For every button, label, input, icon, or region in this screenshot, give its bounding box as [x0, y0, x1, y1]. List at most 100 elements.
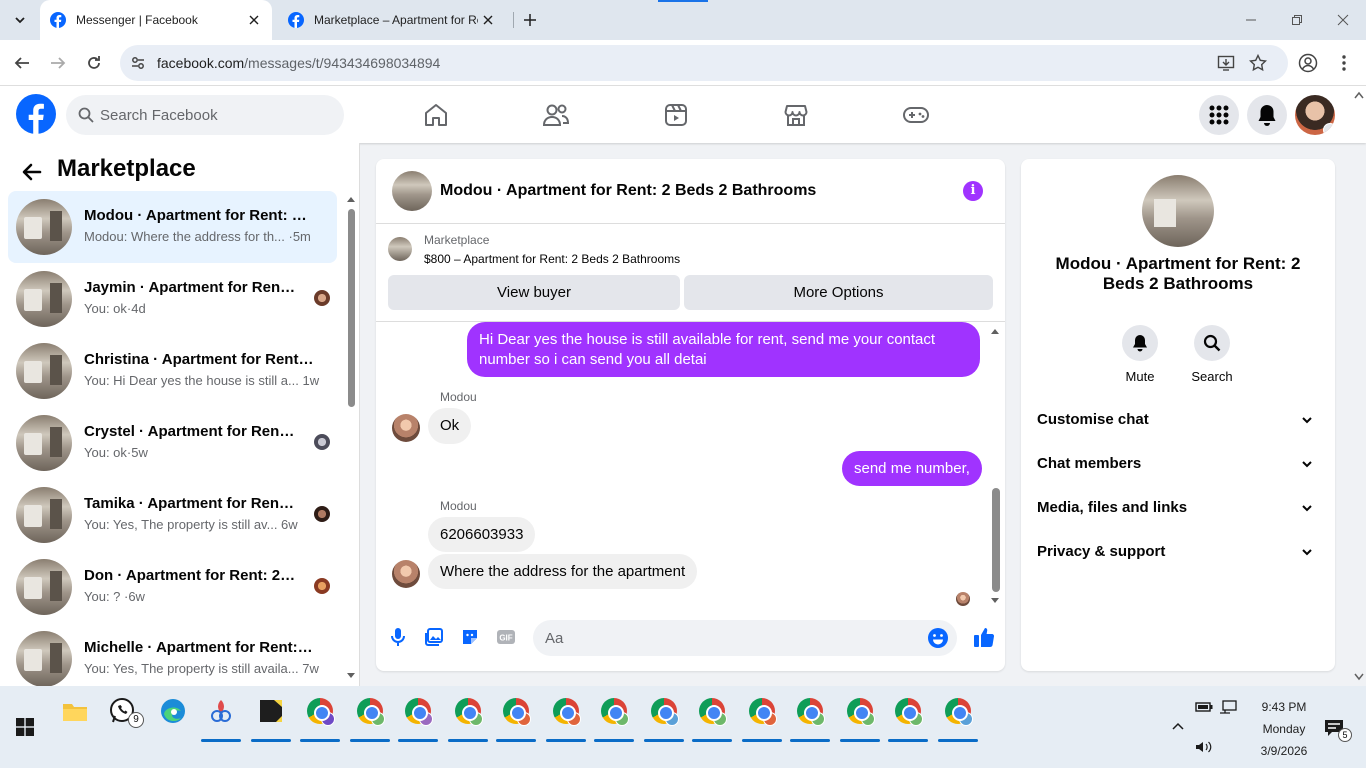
site-info-icon[interactable]	[128, 53, 148, 73]
conversation-item[interactable]: Modou · Apartment for Rent: 2 Beds 2 Bat…	[8, 191, 337, 263]
more-options-button[interactable]: More Options	[684, 275, 993, 310]
chrome-profile-2-icon[interactable]	[355, 696, 385, 726]
forward-arrow-icon[interactable]	[46, 51, 70, 75]
chrome-profile-12-icon[interactable]	[845, 696, 875, 726]
scroll-up-icon[interactable]	[989, 327, 1001, 335]
incoming-message[interactable]: 6206603933	[428, 517, 536, 552]
file-explorer-icon[interactable]	[60, 696, 90, 726]
nav-home[interactable]	[380, 94, 492, 136]
tab-search-dropdown-icon[interactable]	[8, 8, 32, 32]
volume-icon[interactable]	[1192, 736, 1216, 758]
back-arrow-icon[interactable]	[10, 51, 34, 75]
whatsapp-icon[interactable]: 9	[108, 696, 144, 728]
nav-video[interactable]	[620, 94, 732, 136]
notification-center-icon[interactable]: 5	[1320, 714, 1352, 742]
browser-tab-marketplace[interactable]: Marketplace – Apartment for Re	[278, 0, 506, 40]
page-scrollbar[interactable]	[1352, 86, 1366, 686]
chrome-profile-7-icon[interactable]	[599, 696, 629, 726]
facebook-search-input[interactable]	[100, 95, 330, 135]
system-clock[interactable]: 9:43 PM Monday 3/9/2026	[1248, 696, 1320, 762]
network-icon[interactable]	[1216, 696, 1240, 718]
section-media-files-links[interactable]: Media, files and links	[1037, 490, 1319, 526]
scrollbar-thumb[interactable]	[992, 488, 1000, 592]
chrome-profile-14-icon[interactable]	[943, 696, 973, 726]
message-input-field[interactable]	[533, 620, 957, 656]
section-customise-chat[interactable]: Customise chat	[1037, 402, 1319, 438]
new-tab-icon[interactable]	[520, 10, 540, 30]
chat-title[interactable]: Modou · Apartment for Rent: 2 Beds 2 Bat…	[440, 182, 816, 200]
section-privacy-support[interactable]: Privacy & support	[1037, 534, 1319, 570]
microphone-icon[interactable]	[386, 625, 410, 649]
minimize-icon[interactable]	[1228, 0, 1274, 40]
sender-avatar[interactable]	[392, 560, 420, 588]
reload-icon[interactable]	[82, 51, 106, 75]
scroll-down-icon[interactable]	[346, 672, 356, 680]
facebook-search-box[interactable]	[66, 95, 344, 135]
tab-close-icon[interactable]	[244, 10, 264, 30]
scroll-down-icon[interactable]	[1352, 672, 1366, 682]
chrome-profile-1-icon[interactable]	[305, 696, 335, 726]
chrome-profile-10-icon[interactable]	[747, 696, 777, 726]
chrome-profile-8-icon[interactable]	[649, 696, 679, 726]
incoming-message[interactable]: Ok	[428, 408, 472, 444]
chat-scrollbar[interactable]	[989, 327, 1001, 607]
incoming-message[interactable]: Where the address for the apartment	[428, 554, 698, 589]
nav-friends[interactable]	[500, 94, 612, 136]
chrome-profile-6-icon[interactable]	[551, 696, 581, 726]
address-bar[interactable]: facebook.com/messages/t/943434698034894	[120, 45, 1288, 81]
conversation-item[interactable]: Michelle · Apartment for Rent: 2 Beds 2 …	[8, 623, 337, 695]
mute-button[interactable]: Mute	[1110, 325, 1170, 384]
search-in-conversation-button[interactable]: Search	[1182, 325, 1242, 384]
conversation-item[interactable]: Christina · Apartment for Rent: 2 Beds 2…	[8, 335, 337, 407]
chrome-profile-13-icon[interactable]	[893, 696, 923, 726]
chrome-profile-3-icon[interactable]	[403, 696, 433, 726]
contact-avatar[interactable]	[1142, 175, 1214, 247]
chrome-profile-11-icon[interactable]	[795, 696, 825, 726]
outgoing-message[interactable]: send me number,	[842, 451, 982, 486]
close-window-icon[interactable]	[1320, 0, 1366, 40]
back-arrow-icon[interactable]	[20, 160, 44, 184]
chat-avatar[interactable]	[392, 171, 432, 211]
tray-chevron-up-icon[interactable]	[1166, 714, 1190, 738]
chrome-menu-icon[interactable]	[1332, 51, 1356, 75]
nav-gaming[interactable]	[860, 94, 972, 136]
sticker-icon[interactable]	[458, 625, 482, 649]
conversation-item[interactable]: Crystel · Apartment for Rent: 2 Beds 2 B…	[8, 407, 337, 479]
restore-icon[interactable]	[1274, 0, 1320, 40]
chrome-profile-9-icon[interactable]	[697, 696, 727, 726]
listing-title[interactable]: $800 – Apartment for Rent: 2 Beds 2 Bath…	[424, 252, 680, 266]
scrollbar-thumb[interactable]	[348, 209, 355, 407]
conversation-item[interactable]: Jaymin · Apartment for Rent: 2 Beds 2 Ba…	[8, 263, 337, 335]
battery-icon[interactable]	[1192, 696, 1216, 718]
account-avatar[interactable]	[1295, 95, 1335, 135]
paint-tool-icon[interactable]	[206, 696, 236, 726]
section-chat-members[interactable]: Chat members	[1037, 446, 1319, 482]
tab-close-icon[interactable]	[478, 10, 498, 30]
like-thumb-icon[interactable]	[972, 625, 996, 649]
message-input[interactable]	[545, 620, 905, 656]
conversation-item[interactable]: Tamika · Apartment for Rent: 2 Beds 2 Ba…	[8, 479, 337, 551]
notifications-button[interactable]	[1247, 95, 1287, 135]
scroll-down-icon[interactable]	[989, 597, 1001, 605]
scroll-up-icon[interactable]	[1352, 90, 1366, 100]
nav-marketplace[interactable]	[740, 94, 852, 136]
facebook-logo-icon[interactable]	[16, 94, 56, 134]
view-buyer-button[interactable]: View buyer	[388, 275, 680, 310]
photo-icon[interactable]	[422, 625, 446, 649]
outgoing-message[interactable]: Hi Dear yes the house is still available…	[467, 322, 980, 377]
browser-tab-messenger[interactable]: Messenger | Facebook	[40, 0, 272, 40]
edge-icon[interactable]	[158, 696, 188, 726]
install-app-icon[interactable]	[1216, 53, 1236, 73]
info-icon[interactable]: i	[963, 181, 983, 201]
profile-icon[interactable]	[1296, 51, 1320, 75]
scroll-up-icon[interactable]	[346, 195, 356, 203]
bookmark-star-icon[interactable]	[1248, 53, 1268, 73]
sender-avatar[interactable]	[392, 414, 420, 442]
sticky-notes-icon[interactable]	[256, 696, 286, 726]
gif-icon[interactable]: GIF	[494, 625, 518, 649]
conversation-list-scrollbar[interactable]	[346, 195, 356, 678]
chrome-profile-4-icon[interactable]	[453, 696, 483, 726]
menu-grid-button[interactable]	[1199, 95, 1239, 135]
emoji-icon[interactable]	[927, 627, 949, 649]
conversation-item[interactable]: Don · Apartment for Rent: 2 Beds 2 Bathr…	[8, 551, 337, 623]
